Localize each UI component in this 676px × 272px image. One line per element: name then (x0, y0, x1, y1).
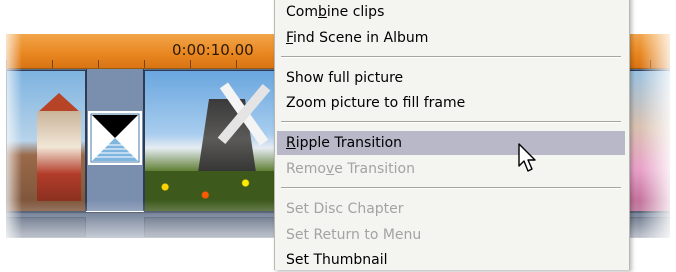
menu-separator (281, 121, 621, 123)
video-clip[interactable] (6, 70, 86, 212)
menu-item-set-return-to-menu[interactable]: Set Return to Menu (277, 223, 625, 247)
context-menu: Combine clips Find Scene in Album Show f… (274, 0, 630, 270)
menu-separator (281, 187, 621, 189)
clip-thumbnail-roof (37, 93, 81, 113)
menu-item-show-full-picture[interactable]: Show full picture (277, 66, 625, 90)
menu-item-zoom-picture[interactable]: Zoom picture to fill frame (277, 91, 625, 115)
arrow-cursor-icon (518, 143, 536, 172)
clip-thumbnail-house (37, 111, 81, 201)
menu-item-set-thumbnail[interactable]: Set Thumbnail (277, 248, 625, 272)
timecode-label: 0:00:10.00 (172, 41, 254, 59)
clip-thumbnail-flowers (145, 171, 279, 211)
menu-item-ripple-transition[interactable]: Ripple Transition (277, 131, 625, 155)
menu-item-set-disc-chapter[interactable]: Set Disc Chapter (277, 197, 625, 221)
menu-item-remove-transition[interactable]: Remove Transition (277, 157, 625, 181)
menu-item-combine-clips[interactable]: Combine clips (277, 0, 625, 24)
menu-item-find-scene[interactable]: Find Scene in Album (277, 26, 625, 50)
hourglass-transition-icon[interactable] (88, 111, 142, 165)
track-segment[interactable] (6, 217, 86, 237)
video-clip[interactable] (144, 70, 280, 212)
menu-separator (281, 56, 621, 58)
